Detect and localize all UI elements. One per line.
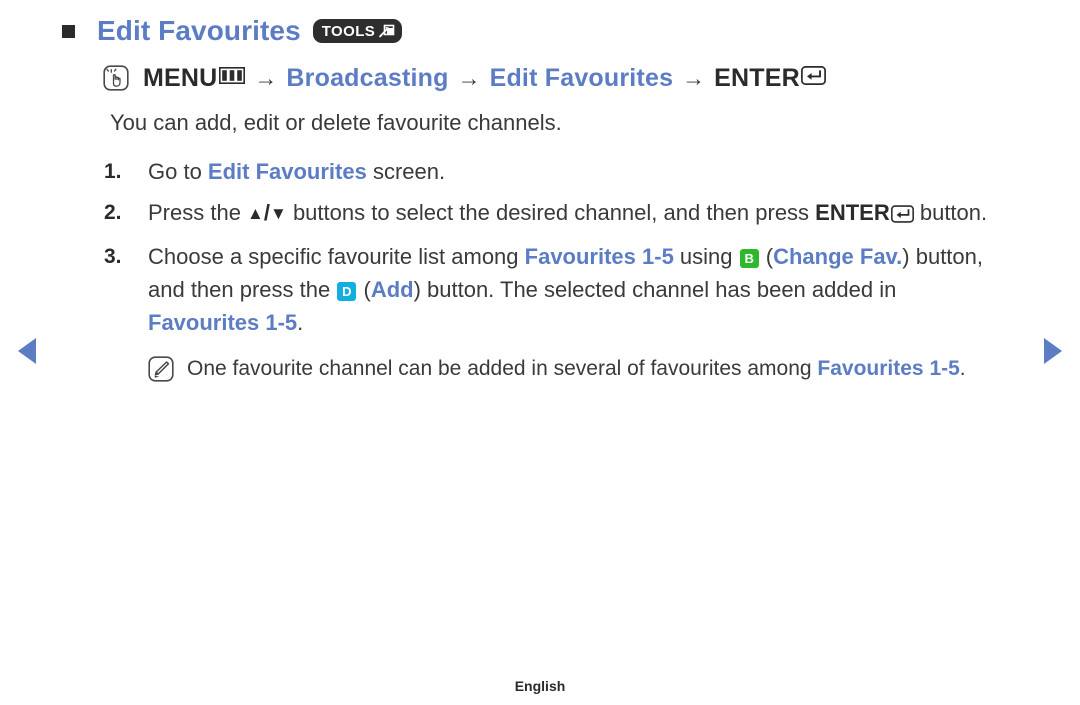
- step-1-part-1: Edit Favourites: [207, 159, 367, 184]
- step-3-favourites-2: Favourites 1-5: [148, 310, 298, 335]
- step-3-favourites-1: Favourites 1-5: [524, 244, 674, 269]
- menu-label: MENU: [143, 63, 218, 92]
- tools-badge-label: TOOLS: [321, 22, 376, 40]
- step-2: 2. Press the ▲/▼ buttons to select the d…: [104, 196, 1004, 232]
- square-bullet-icon: [62, 24, 75, 38]
- page-title: Edit Favourites: [97, 15, 301, 46]
- steps-list: 1. Go to Edit Favourites screen. 2. Pres…: [104, 155, 1004, 386]
- step-1-part-0: Go to: [148, 159, 208, 184]
- next-page-arrow-icon[interactable]: [1044, 338, 1062, 364]
- step-3-part-12: .: [297, 310, 304, 335]
- note-part-0: One favourite channel can be added in se…: [187, 357, 818, 380]
- step-1: 1. Go to Edit Favourites screen.: [104, 155, 1004, 188]
- step-3-part-0: Choose a specific favourite list among: [148, 244, 525, 269]
- menu-bars-icon: [219, 67, 246, 89]
- step-3-add: Add: [370, 277, 414, 302]
- note-block: One favourite channel can be added in se…: [148, 351, 1004, 386]
- tools-badge: TOOLS: [312, 19, 403, 43]
- step-2-enter-label: ENTER: [815, 200, 890, 225]
- path-item-edit-favourites: Edit Favourites: [489, 63, 674, 92]
- tools-arrow-icon: [379, 24, 395, 38]
- note-part-2: .: [959, 357, 966, 380]
- menu-path: MENU → Broadcasting → Edit Favourites → …: [103, 60, 826, 96]
- intro-text: You can add, edit or delete favourite ch…: [110, 110, 562, 135]
- hand-press-icon: [103, 65, 129, 91]
- path-arrow-2: →: [457, 64, 481, 91]
- step-3-number: 3.: [104, 245, 122, 268]
- path-arrow-1: →: [254, 64, 278, 91]
- step-2-part-4: buttons to select the desired channel, a…: [286, 200, 816, 225]
- step-1-part-2: screen.: [366, 159, 446, 184]
- step-3-part-4: (: [759, 244, 774, 269]
- step-1-number: 1.: [104, 160, 122, 183]
- enter-label: ENTER: [714, 63, 800, 92]
- step-3-part-8: (: [357, 277, 371, 302]
- step-1-text: Go to Edit Favourites screen.: [148, 155, 1004, 188]
- step-3-text: Choose a specific favourite list among F…: [148, 240, 1004, 339]
- enter-return-icon: [800, 66, 826, 90]
- step-2-part-0: Press the: [148, 200, 248, 225]
- down-arrow-icon: ▼: [270, 204, 287, 223]
- note-text: One favourite channel can be added in se…: [187, 351, 966, 386]
- prev-page-arrow-icon[interactable]: [18, 338, 36, 364]
- step-3-part-10: ) button. The selected channel has been …: [413, 277, 897, 302]
- note-favourites: Favourites 1-5: [817, 357, 960, 380]
- path-item-broadcasting: Broadcasting: [286, 63, 449, 92]
- step-3-part-2: using: [673, 244, 739, 269]
- step-3-change-fav: Change Fav.: [773, 244, 903, 269]
- manual-page: Edit Favourites TOOLS MENU → Broadcastin…: [0, 0, 1080, 705]
- up-arrow-icon: ▲: [247, 204, 264, 223]
- step-2-text: Press the ▲/▼ buttons to select the desi…: [148, 196, 1004, 232]
- step-2-number: 2.: [104, 201, 122, 224]
- step-2-part-7: button.: [913, 200, 988, 225]
- note-pencil-icon: [148, 356, 174, 382]
- footer-language: English: [514, 678, 566, 694]
- page-title-row: Edit Favourites TOOLS: [62, 12, 403, 50]
- enter-return-icon: [890, 199, 914, 232]
- key-badge-b: B: [739, 249, 759, 268]
- key-badge-d: D: [337, 282, 357, 301]
- path-arrow-3: →: [682, 64, 706, 91]
- step-3: 3. Choose a specific favourite list amon…: [104, 240, 1004, 339]
